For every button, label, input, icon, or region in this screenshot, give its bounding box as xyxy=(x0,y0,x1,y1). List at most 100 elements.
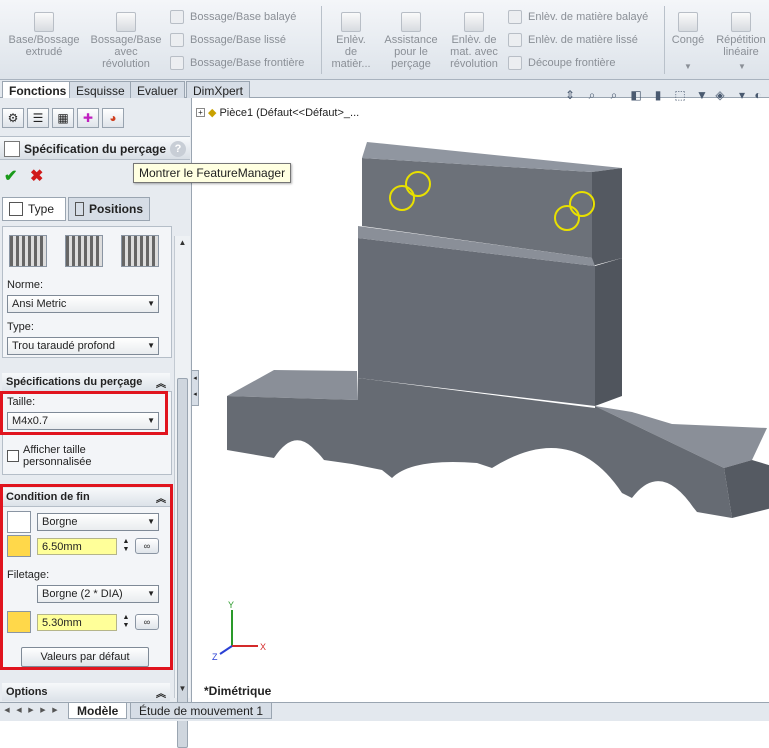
revolved-cut-label-1: Enlèv. de xyxy=(451,34,497,46)
hole-spec-group-header[interactable]: Spécifications du perçage ︽ xyxy=(2,373,170,391)
tab-fonctions[interactable]: Fonctions xyxy=(2,81,74,99)
boundary-cut-button[interactable]: Découpe frontière xyxy=(508,56,615,70)
tab-type[interactable]: Type xyxy=(2,197,66,221)
part-model-svg[interactable]: Y X Z xyxy=(192,98,769,702)
pattern-dropdown-icon[interactable]: ▼ xyxy=(738,62,746,71)
tab-positions[interactable]: Positions xyxy=(68,197,150,221)
extruded-cut-label-1: Enlèv. xyxy=(336,34,366,46)
linear-pattern-label-1: Répétition xyxy=(716,34,766,46)
revolved-boss-label-2: avec xyxy=(114,46,138,58)
swept-boss-button[interactable]: Bossage/Base balayé xyxy=(170,10,296,24)
swept-cut-icon xyxy=(508,10,522,24)
scroll-up-arrow-icon[interactable]: ▲ xyxy=(175,236,190,250)
prev-tab-icon[interactable]: ◀ xyxy=(14,706,24,716)
extruded-boss-label-1: Base/Bossage xyxy=(8,34,80,46)
property-manager-title-bar: Spécification du perçage ? xyxy=(0,136,190,160)
hole-type-group: Norme: Ansi Metric ▼ Type: Trou taraudé p… xyxy=(2,226,172,358)
triad-x-label: X xyxy=(260,642,266,652)
tab-evaluer[interactable]: Evaluer xyxy=(130,81,185,98)
ok-button[interactable]: ✔ xyxy=(4,166,17,186)
graphics-area[interactable]: + ◆ Pièce1 (Défaut<<Défaut>_... ⇕ ⌕ ⌕ ◧ … xyxy=(192,88,769,702)
wall-front-face xyxy=(358,238,595,406)
tab-esquisse[interactable]: Esquisse xyxy=(69,81,132,98)
custom-size-label-2: personnalisée xyxy=(23,456,92,468)
triad-z-axis xyxy=(219,645,233,655)
help-button[interactable]: ? xyxy=(170,141,186,157)
lofted-cut-button[interactable]: Enlèv. de matière lissé xyxy=(508,33,638,47)
size-highlight-box xyxy=(0,391,168,435)
pipe-tap-type-icon[interactable] xyxy=(65,235,103,267)
hole-spec-group-title: Spécifications du perçage xyxy=(6,376,143,388)
fillet-dropdown-icon[interactable]: ▼ xyxy=(684,62,692,71)
extruded-boss-label-2: extrudé xyxy=(25,46,63,58)
extruded-cut-icon xyxy=(341,12,361,32)
revolved-boss-button[interactable]: Bossage/Base avec révolution xyxy=(88,12,164,70)
hole-spec-icon xyxy=(4,141,20,157)
property-manager-tab[interactable]: ☰ xyxy=(27,108,49,128)
cancel-button[interactable]: ✖ xyxy=(30,166,43,186)
type-select[interactable]: Trou taraudé profond ▼ xyxy=(7,337,159,355)
fillet-label: Congé xyxy=(671,34,705,46)
triad-y-label: Y xyxy=(228,600,234,610)
next-tab-icon[interactable]: ▶ xyxy=(26,706,36,716)
tab-type-label: Type xyxy=(28,202,55,216)
dimxpert-manager-tab[interactable]: ✚ xyxy=(77,108,99,128)
tab-motion-study[interactable]: Étude de mouvement 1 xyxy=(130,703,273,719)
property-manager-panel: ⚙ ☰ ▦ ✚ ◕ Spécification du perçage ? ✔ ✖… xyxy=(0,98,192,748)
hole-wizard-label-2: pour le xyxy=(394,46,428,58)
revolved-cut-label-3: révolution xyxy=(450,58,498,70)
boundary-cut-icon xyxy=(508,56,522,70)
first-tab-icon[interactable]: ◀ xyxy=(2,706,12,716)
type-label: Type: xyxy=(7,321,34,333)
page-title: Spécification du perçage xyxy=(24,142,167,156)
scroll-down-arrow-icon[interactable]: ▼ xyxy=(175,682,190,696)
lofted-cut-icon xyxy=(508,33,522,47)
display-manager-tab[interactable]: ◕ xyxy=(102,108,124,128)
hole-wizard-label-1: Assistance xyxy=(384,34,438,46)
tab-dimxpert[interactable]: DimXpert xyxy=(186,81,251,98)
end-condition-highlight-box xyxy=(0,484,173,670)
tapped-hole-type-icon[interactable] xyxy=(9,235,47,267)
lofted-boss-label: Bossage/Base lissé xyxy=(190,34,286,46)
tab-positions-label: Positions xyxy=(88,202,143,216)
hole-wizard-button[interactable]: Assistance pour le perçage xyxy=(380,12,442,70)
extruded-cut-label-2: de xyxy=(344,46,358,58)
lofted-cut-label: Enlèv. de matière lissé xyxy=(528,34,638,46)
loft-icon xyxy=(170,33,184,47)
top-block-right-face xyxy=(592,168,622,266)
panel-scrollbar[interactable]: ▲ ▼ xyxy=(174,236,190,748)
configuration-manager-tab[interactable]: ▦ xyxy=(52,108,74,128)
legacy-hole-type-icon[interactable] xyxy=(121,235,159,267)
collapse-icon[interactable]: ︽ xyxy=(156,685,166,700)
fillet-button[interactable]: Congé xyxy=(668,12,708,46)
options-group-title: Options xyxy=(6,686,48,698)
extruded-cut-button[interactable]: Enlèv. de matièr... xyxy=(326,12,376,70)
tooltip: Montrer le FeatureManager xyxy=(133,163,292,183)
revolved-cut-label-2: mat. avec xyxy=(450,46,498,58)
standard-label: Norme: xyxy=(7,279,44,291)
options-group-header[interactable]: Options ︽ xyxy=(2,683,170,701)
base-right-side-face xyxy=(724,460,769,518)
triad-z-label: Z xyxy=(212,652,218,662)
tab-nav-icon[interactable]: ▶ xyxy=(50,706,60,716)
extrude-icon xyxy=(34,12,54,32)
last-tab-icon[interactable]: ▶ xyxy=(38,706,48,716)
revolved-boss-label-3: révolution xyxy=(102,58,150,70)
extruded-cut-label-3: matièr... xyxy=(331,58,371,70)
custom-size-checkbox[interactable] xyxy=(7,450,19,462)
ribbon-separator xyxy=(664,6,665,74)
panel-collapse-handle[interactable]: ◂ ◂ xyxy=(191,370,199,406)
collapse-icon[interactable]: ︽ xyxy=(156,375,166,390)
revolved-cut-icon xyxy=(464,12,484,32)
positions-tab-icon xyxy=(75,202,84,216)
feature-manager-tab[interactable]: ⚙ xyxy=(2,108,24,128)
extruded-boss-button[interactable]: Base/Bossage extrudé xyxy=(6,12,82,58)
view-orientation-label: *Dimétrique xyxy=(204,684,272,698)
swept-cut-button[interactable]: Enlèv. de matière balayé xyxy=(508,10,648,24)
standard-select[interactable]: Ansi Metric ▼ xyxy=(7,295,159,313)
boundary-boss-button[interactable]: Bossage/Base frontière xyxy=(170,56,304,70)
lofted-boss-button[interactable]: Bossage/Base lissé xyxy=(170,33,286,47)
revolved-cut-button[interactable]: Enlèv. de mat. avec révolution xyxy=(444,12,504,70)
tab-model[interactable]: Modèle xyxy=(68,703,128,719)
linear-pattern-button[interactable]: Répétition linéaire xyxy=(712,12,769,58)
